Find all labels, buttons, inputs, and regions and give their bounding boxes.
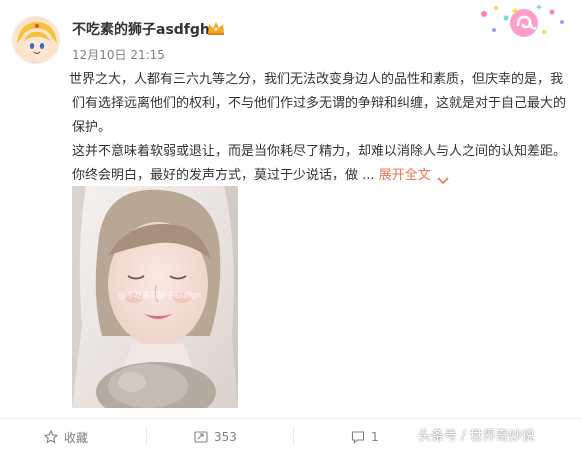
vip-crown-icon[interactable] <box>206 20 226 36</box>
post-paragraph-1: 世界之大，人都有三六九等之分，我们无法改变身边人的品性和素质，但庆幸的是，我们有… <box>69 72 567 135</box>
comment-count: 1 <box>371 430 379 444</box>
action-separator <box>293 428 294 444</box>
repost-icon <box>194 431 208 443</box>
post-timestamp[interactable]: 12月10日 21:15 <box>72 46 165 63</box>
avatar[interactable] <box>12 16 60 64</box>
repost-button[interactable]: 353 <box>194 426 237 448</box>
photo-watermark: @不吃素的狮子asdfgh <box>118 291 202 300</box>
username[interactable]: 不吃素的狮子asdfgh <box>72 19 210 39</box>
chevron-down-icon <box>435 171 451 184</box>
post-photo[interactable]: @不吃素的狮子asdfgh <box>72 186 238 408</box>
repost-count: 353 <box>214 430 237 444</box>
favorite-label: 收藏 <box>64 430 89 445</box>
comment-button[interactable]: 1 <box>351 426 379 448</box>
favorite-button[interactable]: 收藏 <box>44 426 88 448</box>
star-icon <box>44 430 58 444</box>
toutiao-watermark: 头条号 / 世界奇妙说 <box>418 429 535 444</box>
post-content: 世界之大，人都有三六九等之分，我们无法改变身边人的品性和素质，但庆幸的是，我们有… <box>69 68 570 188</box>
post-paragraph-2: 这并不意味着软弱或退让，而是当你耗尽了精力，却难以消除人与人之间的认知差距。你终… <box>72 140 570 188</box>
comment-icon <box>351 431 365 444</box>
expand-full-text-link[interactable]: 展开全文 <box>378 168 451 184</box>
post-paragraph-2-text: 这并不意味着软弱或退让，而是当你耗尽了精力，却难以消除人与人之间的认知差距。你终… <box>72 144 567 183</box>
expand-label: 展开全文 <box>378 168 431 183</box>
action-separator <box>146 428 147 444</box>
leo-zodiac-sticker-icon <box>474 2 570 44</box>
action-bar-divider <box>0 418 582 419</box>
